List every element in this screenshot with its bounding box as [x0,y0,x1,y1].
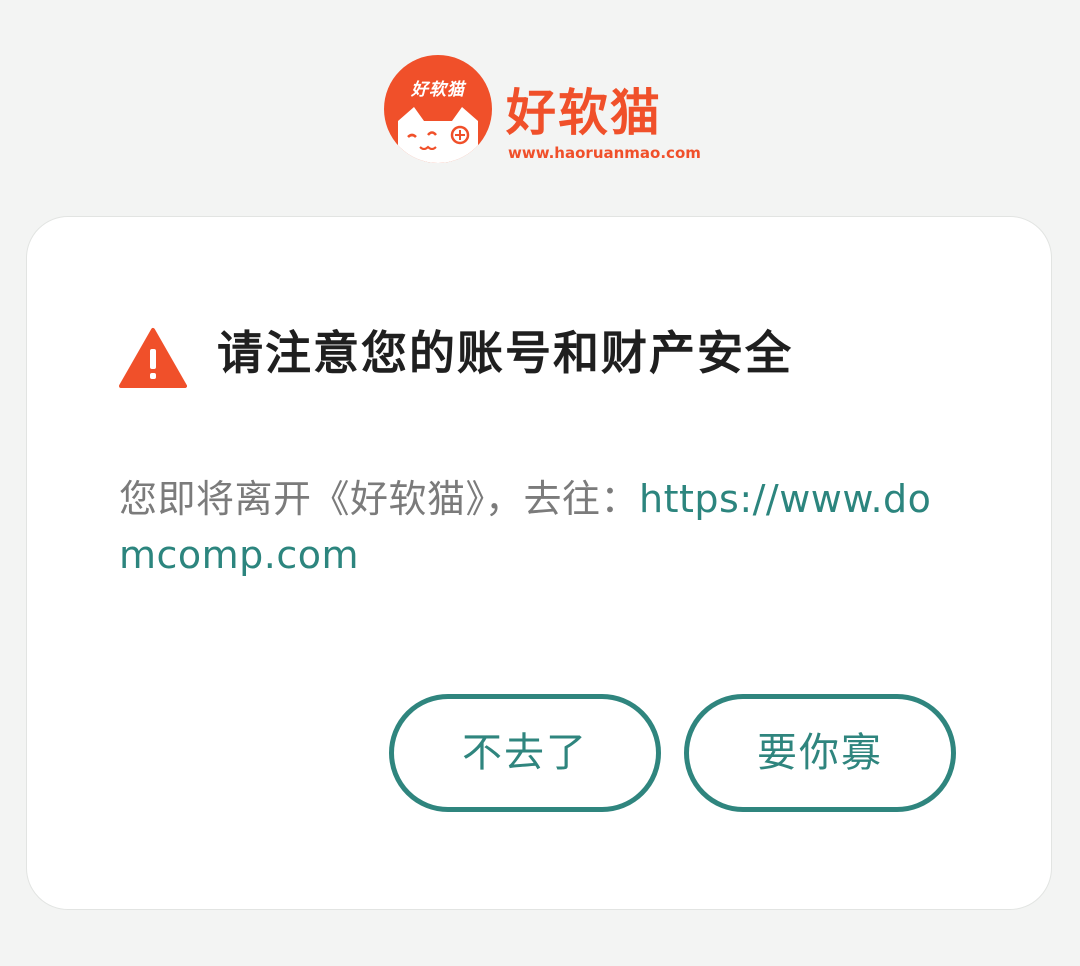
dialog-message: 您即将离开《好软猫》，去往：https://www.domcomp.com [119,471,959,583]
brand-logo: 好软猫 好软猫 www.haoruanmao.com [384,55,714,165]
cat-logo-icon: 好软猫 [384,55,492,163]
warning-triangle-icon [119,328,187,388]
confirm-button[interactable]: 要你寡 [684,694,956,812]
brand-url: www.haoruanmao.com [508,144,701,162]
message-text: 您即将离开《好软猫》，去往： [119,477,640,521]
brand-name: 好软猫 [506,84,662,142]
leave-site-dialog: 请注意您的账号和财产安全 您即将离开《好软猫》，去往：https://www.d… [26,216,1052,910]
badge-text: 好软猫 [411,80,465,100]
dialog-title: 请注意您的账号和财产安全 [217,326,793,380]
cancel-button[interactable]: 不去了 [389,694,661,812]
